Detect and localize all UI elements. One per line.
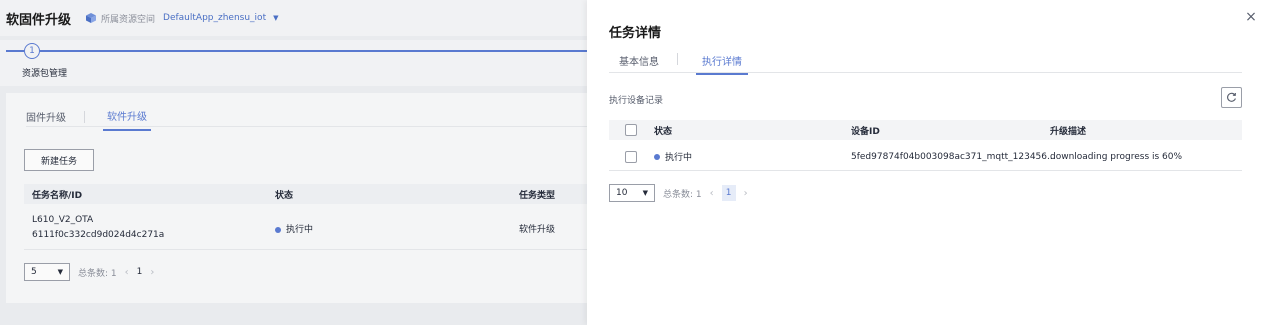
total-count: 总条数: 1 (78, 268, 117, 279)
new-task-button[interactable]: 新建任务 (24, 149, 94, 171)
page-number[interactable]: 1 (137, 267, 143, 277)
main-tabs: 固件升级 软件升级 (26, 108, 151, 131)
workspace-label: 所属资源空间 (101, 14, 156, 25)
page-size-value: 10 (616, 188, 628, 198)
cube-icon (86, 13, 97, 23)
drawer-title: 任务详情 (609, 26, 662, 41)
step-number: 1 (24, 43, 40, 59)
device-table-header: 状态 设备ID 升级描述 (609, 120, 1242, 140)
column-header-status: 状态 (275, 190, 294, 201)
column-header-status: 状态 (654, 126, 673, 137)
page-size-value: 5 (31, 267, 37, 277)
workspace-selector[interactable]: 所属资源空间 DefaultApp_zhensu_iot ▼ (85, 12, 279, 25)
tab-divider (677, 53, 678, 65)
device-pagination: 10 ▼ 总条数: 1 ‹ 1 › (609, 184, 748, 202)
page-size-select[interactable]: 5 ▼ (24, 263, 70, 281)
caret-down-icon: ▼ (273, 14, 279, 22)
task-detail-drawer: 任务详情 × 基本信息 执行详情 执行设备记录 状态 设备ID 升级描述 执行中… (587, 0, 1267, 325)
tabs-divider (609, 72, 1242, 73)
task-table-header: 任务名称/ID 状态 任务类型 (24, 184, 600, 204)
row-select-cell (625, 143, 637, 170)
tabs-divider (26, 126, 600, 127)
page-title: 软固件升级 (6, 12, 72, 28)
tab-software-upgrade[interactable]: 软件升级 (103, 108, 151, 131)
prev-page-icon[interactable]: ‹ (710, 188, 714, 199)
task-type: 软件升级 (519, 225, 556, 235)
next-page-icon[interactable]: › (744, 188, 748, 199)
column-header-task-type: 任务类型 (519, 190, 556, 201)
page-size-select[interactable]: 10 ▼ (609, 184, 655, 202)
status-dot-icon (275, 226, 281, 233)
select-all-cell (625, 120, 637, 140)
task-name[interactable]: L610_V2_OTA (32, 215, 93, 225)
refresh-button[interactable] (1221, 87, 1242, 108)
total-count: 总条数: 1 (663, 189, 702, 200)
workspace-value[interactable]: DefaultApp_zhensu_iot (163, 13, 266, 23)
task-status: 执行中 (275, 222, 313, 235)
prev-page-icon[interactable]: ‹ (125, 267, 129, 278)
table-row[interactable]: 执行中 5fed97874f04b003098ac371_mqtt_123456… (609, 143, 1242, 171)
step-line (6, 50, 24, 52)
caret-down-icon: ▼ (642, 189, 648, 197)
tab-basic-info[interactable]: 基本信息 (619, 53, 659, 73)
device-status-text: 执行中 (665, 153, 693, 163)
device-status: 执行中 (654, 143, 692, 170)
refresh-icon (1227, 92, 1236, 102)
close-icon[interactable]: × (1244, 10, 1258, 24)
column-header-upgrade-description: 升级描述 (1050, 126, 1087, 137)
task-pagination: 5 ▼ 总条数: 1 ‹ 1 › (24, 263, 154, 281)
page-number[interactable]: 1 (721, 185, 736, 201)
task-status-text: 执行中 (286, 225, 314, 235)
tab-divider (84, 110, 85, 123)
column-header-task-name: 任务名称/ID (32, 190, 83, 201)
step-line (40, 50, 600, 52)
next-page-icon[interactable]: › (150, 267, 154, 278)
table-row[interactable]: L610_V2_OTA 6111f0c332cd9d024d4c271a 执行中… (24, 206, 600, 250)
column-header-device-id: 设备ID (851, 126, 880, 137)
caret-down-icon: ▼ (57, 268, 63, 276)
task-id: 6111f0c332cd9d024d4c271a (32, 230, 165, 240)
section-label: 执行设备记录 (609, 96, 664, 106)
status-dot-icon (654, 153, 660, 160)
device-id: 5fed97874f04b003098ac371_mqtt_123456... (851, 151, 1056, 162)
select-all-checkbox[interactable] (625, 124, 637, 136)
row-checkbox[interactable] (625, 150, 637, 163)
step-label: 资源包管理 (22, 69, 68, 79)
upgrade-description: downloading progress is 60% (1050, 151, 1183, 162)
